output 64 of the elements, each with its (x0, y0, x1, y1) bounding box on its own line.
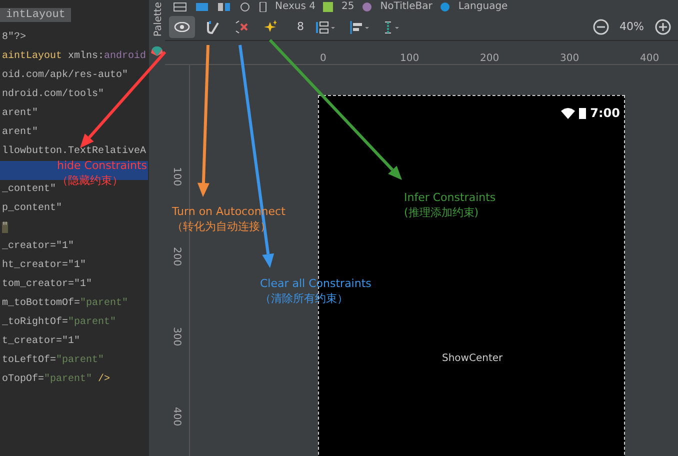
annotation-subtitle: (推理添加约束) (404, 205, 480, 220)
battery-icon (579, 107, 586, 119)
code-line: arent" (2, 108, 38, 119)
code-line: t_creator="1" (2, 336, 80, 347)
theme-selector[interactable]: NoTitleBar (380, 0, 432, 14)
theme-icon (362, 2, 372, 12)
code-line: aintLayout xmlns:android (2, 51, 146, 62)
annotation-subtitle: （转化为自动连接） (172, 219, 272, 234)
code-line: ndroid.com/tools" (2, 89, 104, 100)
code-line: _content" (2, 184, 56, 195)
guideline-icon (384, 20, 400, 34)
palette-icon[interactable] (151, 45, 163, 58)
code-line: ht_creator="1" (2, 260, 86, 271)
annotation-title: Infer Constraints (404, 190, 496, 205)
sparkle-icon (263, 20, 278, 34)
code-line: arent" (2, 127, 38, 138)
code-line: m_toBottomOf="parent" (2, 298, 128, 309)
code-line: tom_creator="1" (2, 279, 92, 290)
code-line: 8"?> (2, 32, 26, 43)
ruler-label: 0 (320, 52, 326, 66)
language-selector[interactable]: Language (458, 0, 508, 14)
annotation-title: hide Constraints (57, 158, 148, 173)
ruler-label: 300 (170, 327, 183, 346)
ruler-label: 200 (480, 52, 500, 66)
default-margin-value[interactable]: 8 (297, 18, 304, 36)
magnet-icon (206, 20, 220, 34)
stack-icon (315, 20, 336, 34)
blueprint-icon[interactable] (195, 2, 209, 12)
status-time: 7:00 (590, 105, 620, 122)
ruler-label: 100 (400, 52, 420, 66)
api-level-selector[interactable]: 25 (341, 0, 354, 14)
zoom-level: 40% (620, 18, 644, 35)
code-line: oTopOf="parent" /> (2, 374, 110, 385)
layout-icon[interactable] (173, 2, 187, 12)
phone-icon (259, 2, 267, 12)
editor-tab[interactable]: intLayout (0, 8, 72, 22)
code-line: _creator="1" (2, 241, 74, 252)
zoom-out-icon (592, 19, 609, 35)
orientation-icon[interactable] (239, 2, 251, 12)
ruler-label: 100 (170, 167, 183, 186)
eye-icon (174, 22, 190, 32)
split-view-icon[interactable] (217, 2, 231, 12)
ruler-label: 400 (640, 52, 660, 66)
annotation-title: Clear all Constraints (260, 276, 372, 291)
ruler-label: 200 (170, 247, 183, 266)
annotation-subtitle: （隐藏约束） (57, 173, 124, 188)
globe-icon (440, 2, 450, 12)
ruler-label: 400 (170, 407, 183, 426)
palette-tab[interactable]: Palette (151, 2, 161, 37)
device-selector[interactable]: Nexus 4 (275, 0, 316, 14)
clear-icon (234, 20, 249, 34)
zoom-in-icon (655, 19, 671, 35)
annotation-subtitle: （清除所有约束） (260, 291, 349, 306)
code-line: p_content" (2, 203, 62, 214)
code-line: _toRightOf="parent" (2, 317, 116, 328)
widget-text[interactable]: ShowCenter (442, 351, 503, 366)
show-constraints-button[interactable] (169, 16, 195, 38)
code-line: toLeftOf="parent" (2, 355, 104, 366)
code-line: oid.com/apk/res-auto" (2, 70, 128, 81)
code-line: llowbutton.TextRelativeA (2, 146, 146, 157)
ruler-label: 300 (560, 52, 580, 66)
align-icon (350, 20, 370, 34)
wifi-icon (561, 108, 576, 118)
android-icon (323, 2, 334, 12)
